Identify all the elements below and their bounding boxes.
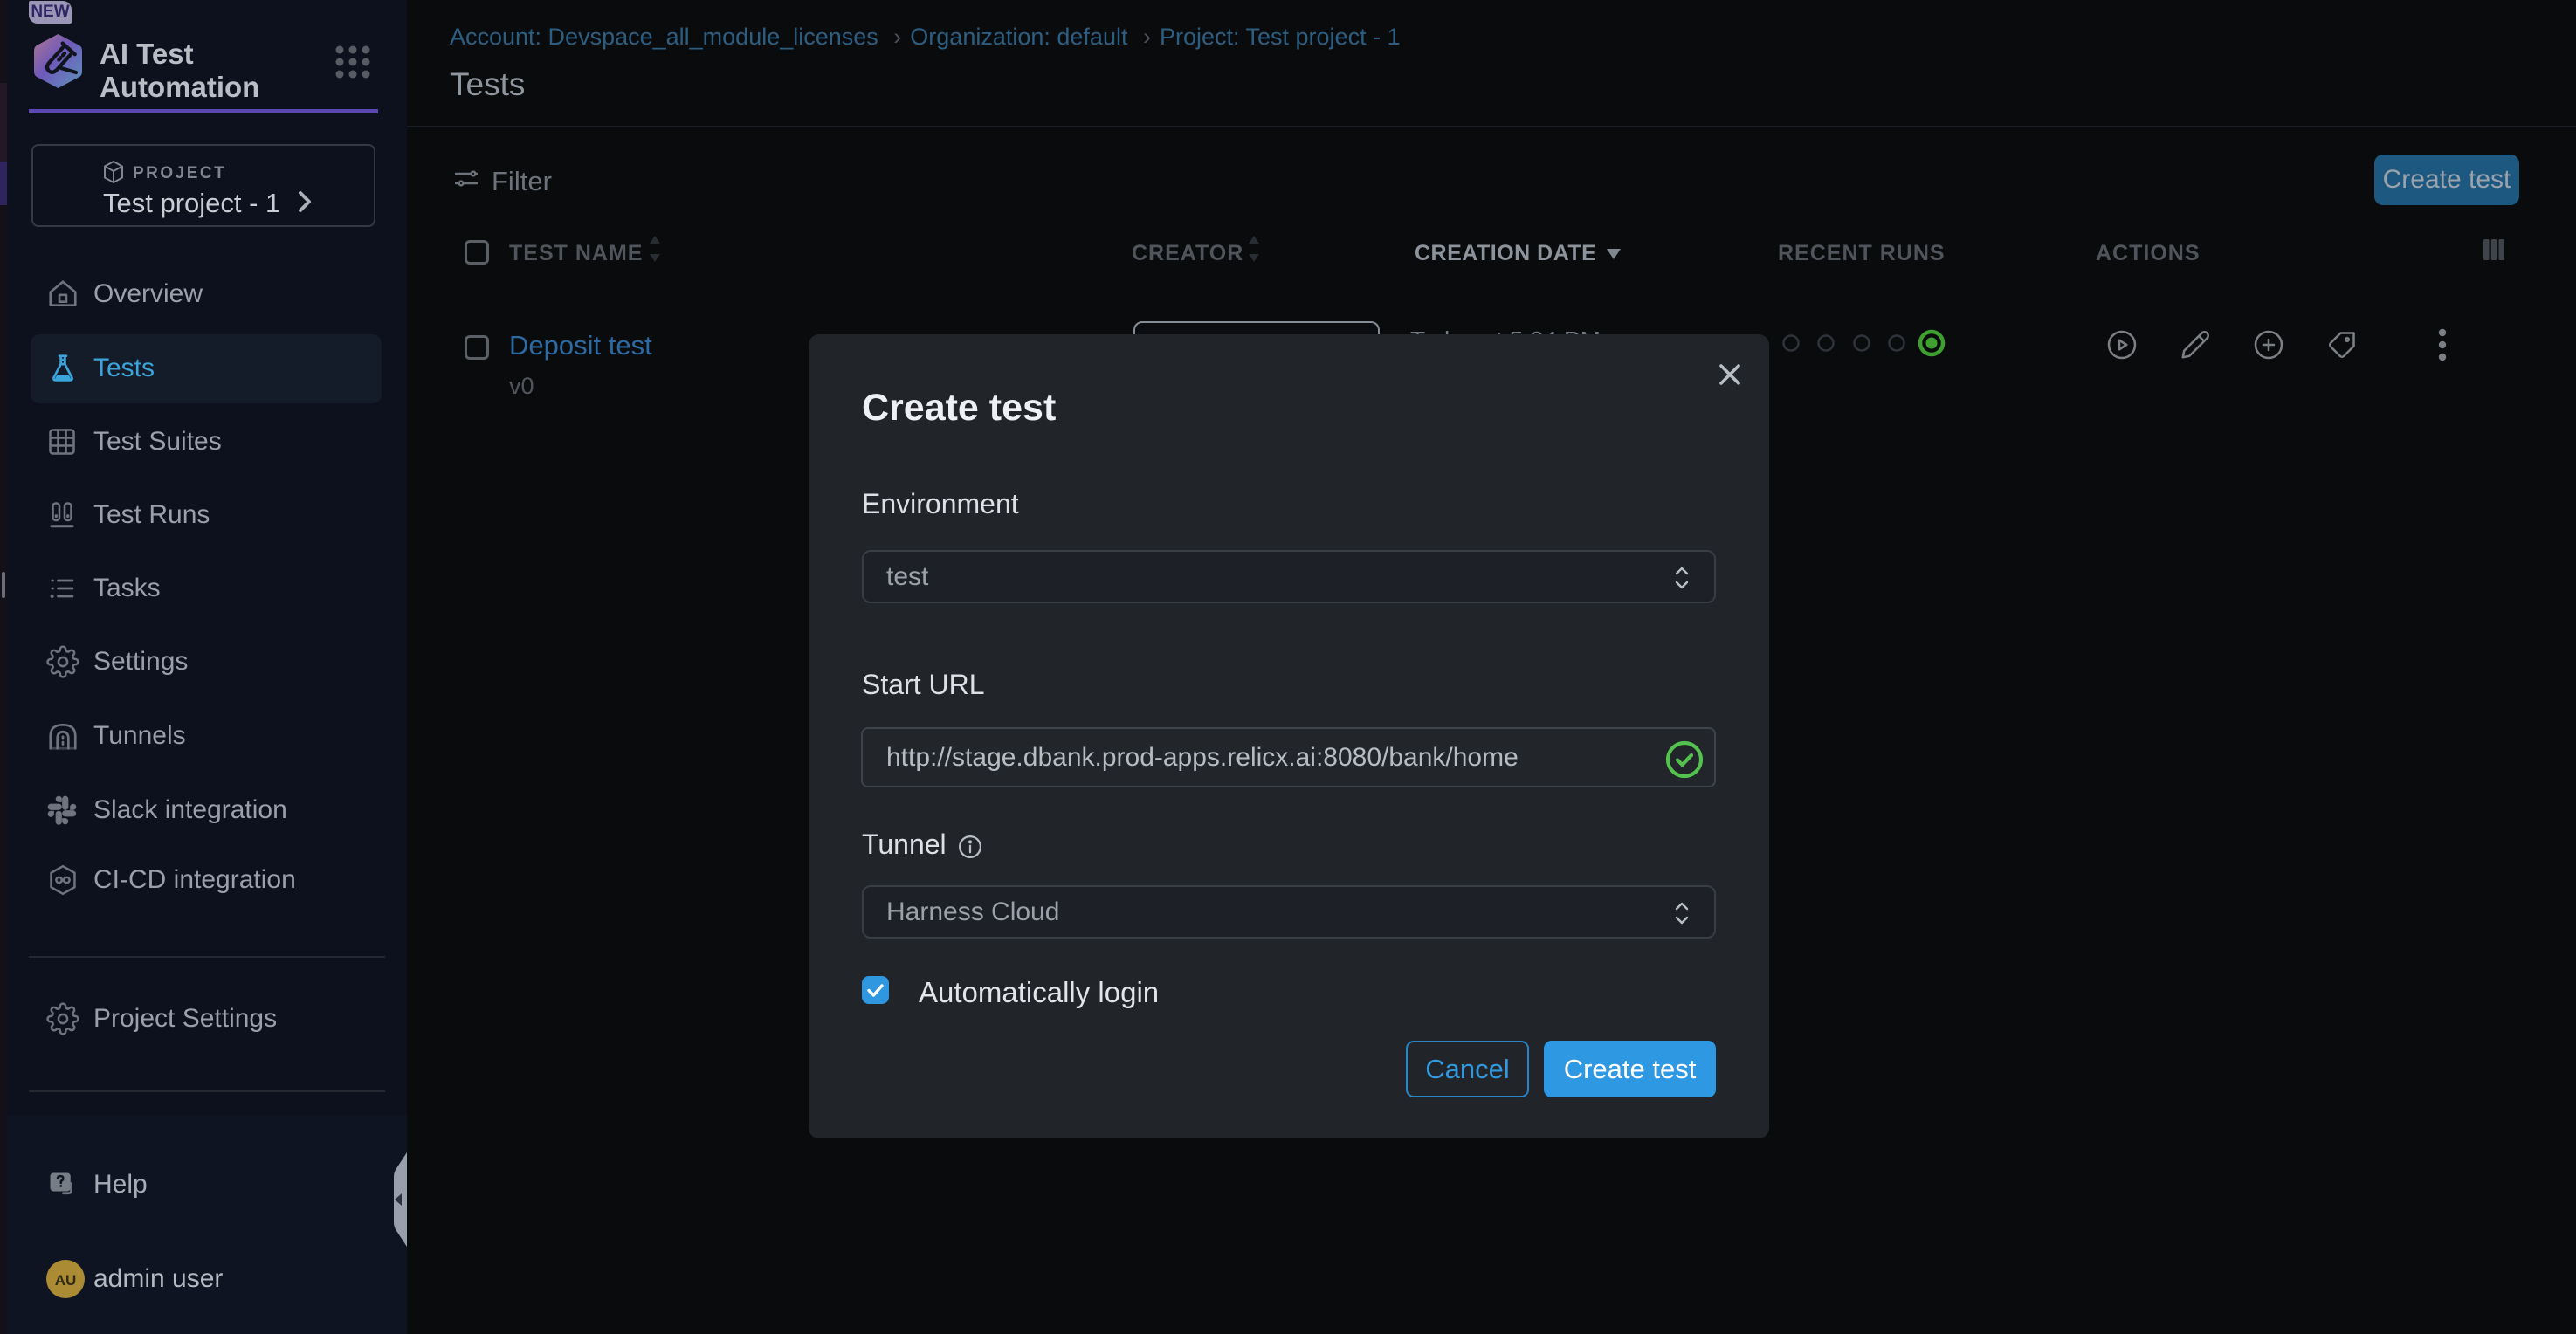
svg-text:AU: AU: [55, 1272, 77, 1289]
